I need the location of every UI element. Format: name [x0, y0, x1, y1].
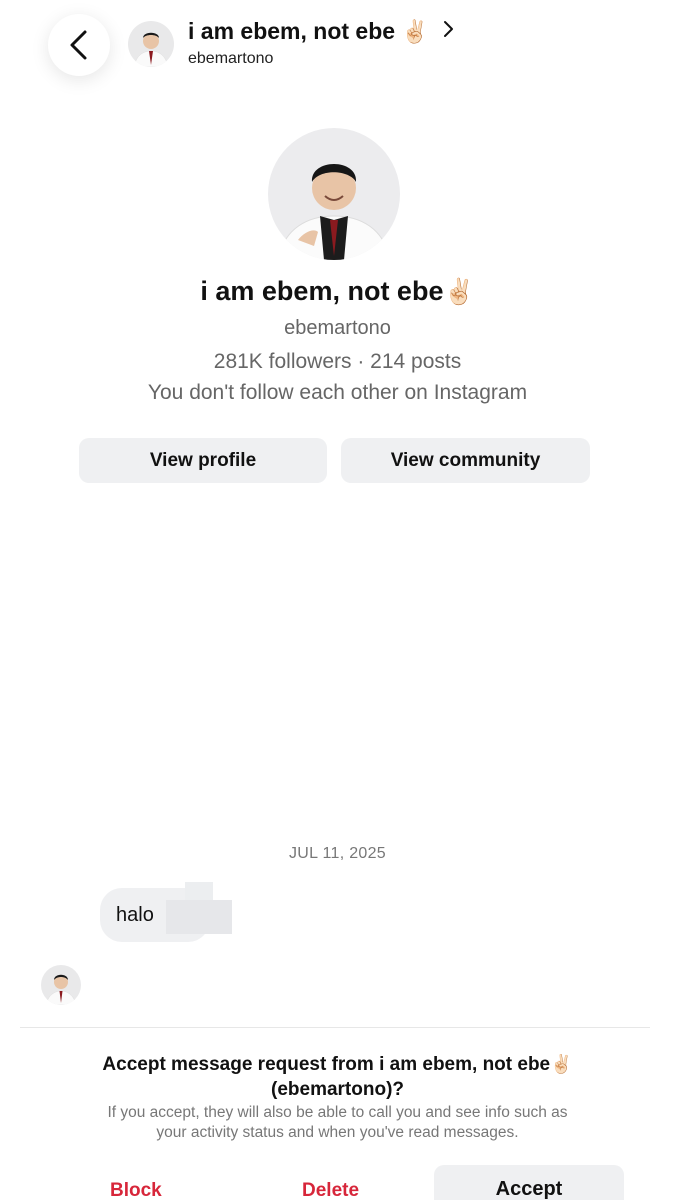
- request-title-line2: (ebemartono)?: [271, 1079, 404, 1100]
- header-title-row[interactable]: i am ebem, not ebe ✌🏻: [188, 18, 454, 45]
- view-profile-button[interactable]: View profile: [79, 438, 327, 483]
- block-button[interactable]: Block: [110, 1180, 162, 1200]
- profile-name-text: i am ebem, not ebe: [200, 276, 444, 306]
- chevron-right-icon: [442, 20, 454, 43]
- request-title: Accept message request from i am ebem, n…: [0, 1052, 675, 1102]
- back-button[interactable]: [48, 14, 110, 76]
- message-text: halo: [116, 904, 154, 926]
- profile-name: i am ebem, not ebe✌🏻: [0, 276, 675, 307]
- date-separator: JUL 11, 2025: [289, 845, 386, 862]
- profile-username: ebemartono: [284, 317, 391, 339]
- victory-hand-icon: ✌🏻: [401, 18, 429, 44]
- header-username: ebemartono: [188, 50, 274, 67]
- redaction-block: [166, 900, 232, 934]
- profile-avatar[interactable]: [268, 128, 400, 260]
- profile-stats: 281K followers · 214 posts: [213, 350, 462, 373]
- follow-status: You don't follow each other on Instagram: [147, 381, 528, 404]
- divider: [20, 1027, 650, 1028]
- delete-button[interactable]: Delete: [302, 1180, 359, 1200]
- chevron-left-icon: [70, 30, 87, 60]
- request-description: If you accept, they will also be able to…: [0, 1103, 675, 1143]
- request-description-line2: your activity status and when you've rea…: [156, 1124, 519, 1141]
- request-description-line1: If you accept, they will also be able to…: [107, 1104, 568, 1121]
- request-title-line1: Accept message request from i am ebem, n…: [102, 1054, 573, 1075]
- victory-hand-icon: ✌🏻: [550, 1054, 573, 1074]
- header-name: i am ebem, not ebe: [188, 18, 396, 44]
- accept-button[interactable]: Accept: [434, 1165, 624, 1200]
- header-avatar[interactable]: [128, 21, 174, 67]
- view-community-button[interactable]: View community: [341, 438, 590, 483]
- sender-avatar[interactable]: [41, 965, 81, 1005]
- victory-hand-icon: ✌🏻: [443, 278, 475, 306]
